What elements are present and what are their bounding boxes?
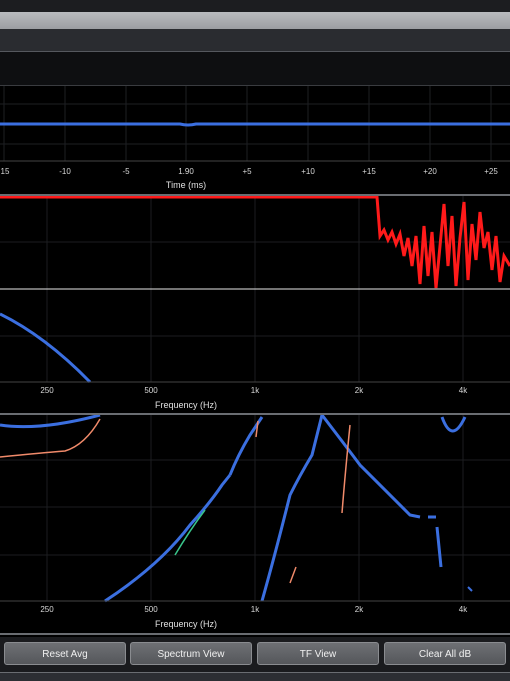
freq-tick-4k: 4k <box>459 386 468 395</box>
time-tick-0: 15 <box>1 167 10 176</box>
time-tick-3: 1.90 <box>178 167 194 176</box>
window-titlebar <box>0 0 510 12</box>
freq-tick-2k-b: 2k <box>355 605 364 614</box>
time-tick-1: -10 <box>59 167 71 176</box>
magnitude-coherence-pane[interactable]: 250 500 1k 2k 4k Frequency (Hz) <box>0 196 510 413</box>
toolbar-strip <box>0 12 510 29</box>
freq-tick-250-b: 250 <box>40 605 54 614</box>
phase-pane[interactable]: 250 500 1k 2k 4k Frequency (Hz) <box>0 415 510 633</box>
impulse-response-pane[interactable]: 15 -10 -5 1.90 +5 +10 +15 +20 +25 Time (… <box>0 86 510 194</box>
time-axis-label: Time (ms) <box>166 180 206 190</box>
freq-tick-500-b: 500 <box>144 605 158 614</box>
freq-tick-250: 250 <box>40 386 54 395</box>
reset-avg-button[interactable]: Reset Avg <box>4 642 126 665</box>
trace-header-band <box>0 52 510 86</box>
time-tick-2: -5 <box>122 167 130 176</box>
time-tick-7: +20 <box>423 167 437 176</box>
freq-tick-1k: 1k <box>251 386 260 395</box>
time-tick-6: +15 <box>362 167 376 176</box>
frequency-axis-label-bottom: Frequency (Hz) <box>155 619 217 629</box>
freq-tick-500: 500 <box>144 386 158 395</box>
tf-view-button[interactable]: TF View <box>257 642 379 665</box>
impulse-trace <box>0 122 510 127</box>
time-tick-8: +25 <box>484 167 498 176</box>
spectrum-view-button[interactable]: Spectrum View <box>130 642 252 665</box>
time-tick-5: +10 <box>301 167 315 176</box>
control-band <box>0 29 510 52</box>
frequency-axis-label-top: Frequency (Hz) <box>155 400 217 410</box>
pane-divider-3 <box>0 633 510 635</box>
freq-tick-4k-b: 4k <box>459 605 468 614</box>
freq-tick-1k-b: 1k <box>251 605 260 614</box>
clear-all-db-button[interactable]: Clear All dB <box>384 642 506 665</box>
time-tick-4: +5 <box>242 167 252 176</box>
freq-tick-2k: 2k <box>355 386 364 395</box>
